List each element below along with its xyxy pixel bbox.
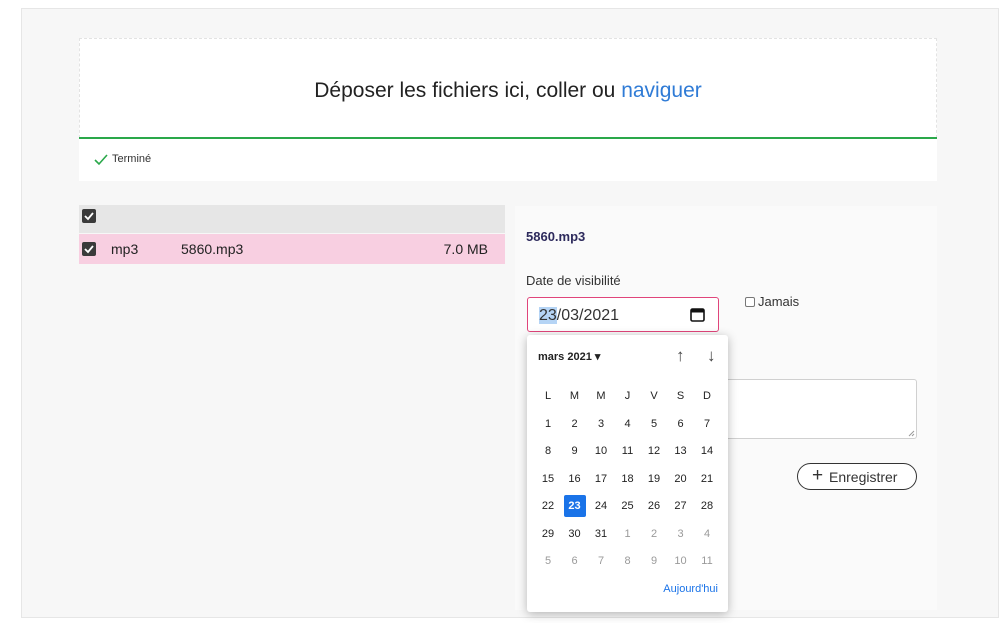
calendar-day[interactable]: 7 [590,550,612,572]
weekday-header: L [544,390,552,402]
plus-icon: + [812,465,824,486]
date-month-year-segment[interactable]: /03/2021 [557,307,619,324]
calendar-day[interactable]: 15 [537,468,559,490]
calendar-day[interactable]: 8 [537,440,559,462]
checkmark-icon [84,245,94,254]
weekday-header: S [676,390,685,402]
never-label: Jamais [758,294,800,309]
calendar-day[interactable]: 2 [643,523,665,545]
datepicker-popup: mars 2021 ▾ ↑ ↓ L M M J V S D 1 2 3 4 5 6 7 8 9 10 11 12 13… [527,335,728,612]
visibility-date-input[interactable]: 23/03/2021 [527,297,719,332]
calendar-day[interactable]: 26 [643,495,665,517]
dropzone-text: Déposer les fichiers ici, coller ou navi… [80,79,936,103]
calendar-day[interactable]: 10 [670,550,692,572]
calendar-day[interactable]: 22 [537,495,559,517]
comment-textarea[interactable] [713,379,917,439]
calendar-day[interactable]: 2 [564,413,586,435]
checkmark-icon [84,212,94,221]
browse-link[interactable]: naviguer [621,79,702,102]
file-name: 5860.mp3 [181,241,244,257]
calendar-day[interactable]: 1 [537,413,559,435]
calendar-day[interactable]: 3 [670,523,692,545]
calendar-day[interactable]: 27 [670,495,692,517]
calendar-day[interactable]: 11 [617,440,639,462]
weekday-header: V [650,390,658,402]
check-icon [94,154,108,166]
calendar-day[interactable]: 7 [696,413,718,435]
file-dropzone[interactable]: Déposer les fichiers ici, coller ou navi… [79,38,937,138]
calendar-day[interactable]: 8 [617,550,639,572]
calendar-day[interactable]: 5 [537,550,559,572]
date-day-segment[interactable]: 23 [539,307,557,324]
calendar-day[interactable]: 21 [696,468,718,490]
file-size: 7.0 MB [443,241,488,257]
arrow-up-icon[interactable]: ↑ [676,346,685,366]
file-type: mp3 [111,241,139,257]
weekday-header: M [569,390,580,402]
calendar-day[interactable]: 9 [643,550,665,572]
calendar-day[interactable]: 3 [590,413,612,435]
calendar-day[interactable]: 25 [617,495,639,517]
calendar-day[interactable]: 24 [590,495,612,517]
upload-status: Terminé [79,139,937,181]
calendar-day[interactable]: 12 [643,440,665,462]
calendar-day[interactable]: 4 [696,523,718,545]
calendar-day[interactable]: 13 [670,440,692,462]
today-link[interactable]: Aujourd'hui [663,583,718,595]
calendar-day[interactable]: 1 [617,523,639,545]
calendar-day[interactable]: 6 [670,413,692,435]
weekday-header: M [596,390,606,402]
calendar-day[interactable]: 6 [564,550,586,572]
calendar-day[interactable]: 29 [537,523,559,545]
calendar-day[interactable]: 20 [670,468,692,490]
calendar-day[interactable]: 18 [617,468,639,490]
arrow-down-icon[interactable]: ↓ [707,346,716,366]
date-value: 23/03/2021 [539,307,619,325]
visibility-date-label: Date de visibilité [526,273,621,288]
calendar-day[interactable]: 17 [590,468,612,490]
weekday-header: J [624,390,631,402]
row-checkbox[interactable] [82,242,96,256]
never-checkbox[interactable] [745,297,755,307]
calendar-icon[interactable] [690,307,705,322]
calendar-day[interactable]: 19 [643,468,665,490]
calendar-day[interactable]: 14 [696,440,718,462]
calendar-day[interactable]: 23 [563,495,586,517]
calendar-day[interactable]: 5 [643,413,665,435]
calendar-day[interactable]: 30 [564,523,586,545]
weekday-header: D [703,390,711,402]
file-table-header [79,205,505,233]
calendar-day[interactable]: 4 [617,413,639,435]
month-selector[interactable]: mars 2021 ▾ [538,350,600,363]
calendar-day[interactable]: 10 [590,440,612,462]
resize-grip-icon[interactable] [908,430,915,437]
calendar-day[interactable]: 31 [590,523,612,545]
table-row[interactable]: mp3 5860.mp3 7.0 MB [79,234,505,264]
detail-title: 5860.mp3 [526,229,586,244]
save-button-label: Enregistrer [829,469,898,485]
save-button[interactable]: + Enregistrer [797,463,917,490]
calendar-day[interactable]: 16 [564,468,586,490]
select-all-checkbox[interactable] [82,209,96,223]
dropzone-instructions: Déposer les fichiers ici, coller ou [314,79,616,102]
never-checkbox-label[interactable]: Jamais [745,294,799,309]
calendar-day[interactable]: 9 [564,440,586,462]
status-label: Terminé [112,153,152,165]
calendar-day[interactable]: 11 [696,550,718,572]
calendar-day[interactable]: 28 [696,495,718,517]
